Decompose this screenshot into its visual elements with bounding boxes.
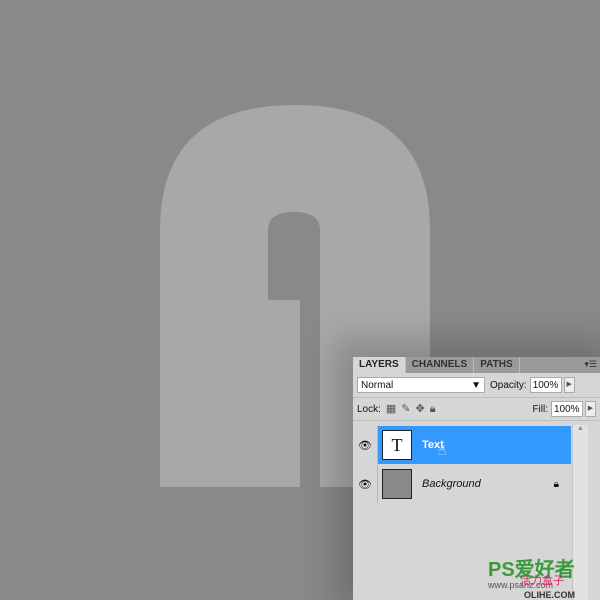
tab-channels[interactable]: CHANNELS bbox=[406, 357, 475, 373]
opacity-input[interactable]: 100% bbox=[529, 377, 562, 393]
watermark: PS爱好者 活力盒子 www.psahz.com OLIHE.COM bbox=[488, 560, 575, 600]
scroll-up-icon[interactable]: ▲ bbox=[577, 425, 584, 432]
watermark-site2: OLIHE.COM bbox=[524, 590, 575, 600]
lock-icon: 🔒︎ bbox=[553, 478, 559, 490]
opacity-slider-button[interactable]: ▶ bbox=[563, 377, 575, 393]
tab-layers[interactable]: LAYERS bbox=[353, 357, 406, 373]
lock-all-icon[interactable]: 🔒︎ bbox=[430, 403, 436, 415]
chevron-down-icon: ▼ bbox=[471, 379, 481, 391]
lock-image-icon[interactable]: ✎ bbox=[401, 403, 410, 415]
text-layer-icon: T bbox=[391, 434, 403, 455]
layer-row-background[interactable]: 👁︎ Background 🔒︎ bbox=[353, 465, 571, 503]
layer-name[interactable]: Background bbox=[422, 478, 481, 490]
lock-transparency-icon[interactable]: ▦ bbox=[386, 403, 396, 415]
lock-position-icon[interactable]: ✥ bbox=[416, 403, 425, 415]
layer-thumbnail bbox=[382, 469, 412, 499]
watermark-logo2: 活力盒子 bbox=[520, 575, 564, 587]
layer-row-text[interactable]: 👁︎ T Text ☝︎ bbox=[353, 426, 571, 464]
fill-slider-button[interactable]: ▶ bbox=[585, 401, 596, 417]
tab-paths[interactable]: PATHS bbox=[474, 357, 520, 373]
fill-label: Fill: bbox=[532, 403, 548, 415]
fill-input[interactable]: 100% bbox=[551, 401, 583, 417]
panel-menu-icon[interactable]: ▾☰ bbox=[584, 359, 597, 370]
blend-mode-select[interactable]: Normal ▼ bbox=[357, 377, 485, 393]
visibility-eye-icon[interactable]: 👁︎ bbox=[353, 426, 378, 464]
layer-thumbnail: T bbox=[382, 430, 412, 460]
lock-label: Lock: bbox=[357, 403, 381, 415]
panel-tabs: LAYERS CHANNELS PATHS ▾☰ bbox=[353, 357, 600, 373]
hand-cursor-icon: ☝︎ bbox=[437, 441, 447, 458]
opacity-label: Opacity: bbox=[490, 379, 527, 391]
visibility-eye-icon[interactable]: 👁︎ bbox=[353, 465, 378, 503]
blend-mode-value: Normal bbox=[361, 379, 394, 391]
